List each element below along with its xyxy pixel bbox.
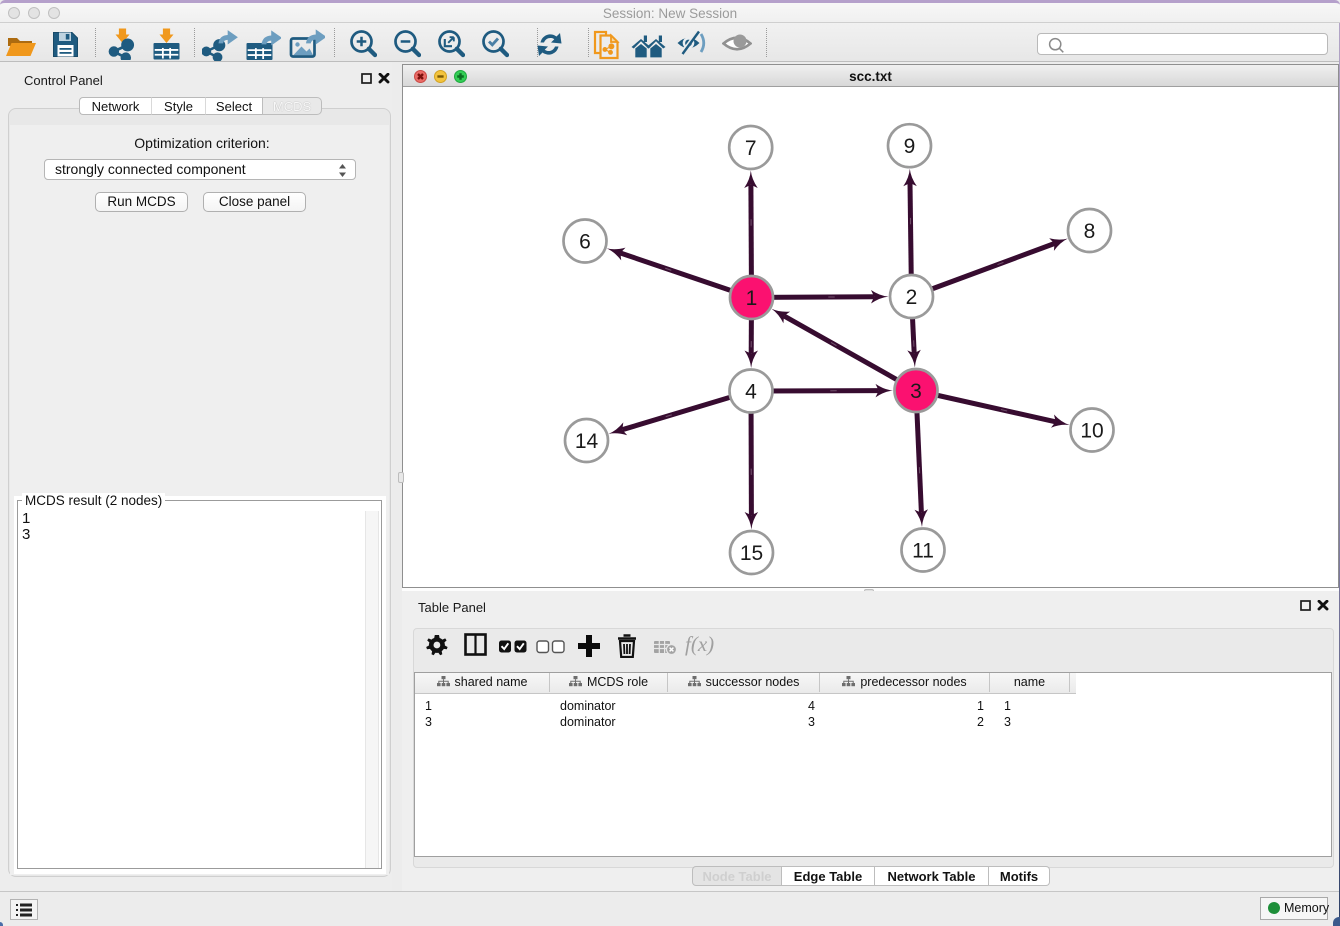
- svg-text:8: 8: [1084, 220, 1096, 243]
- svg-text:10: 10: [1080, 420, 1103, 443]
- svg-text:14: 14: [575, 430, 599, 453]
- svg-text:2: 2: [906, 286, 918, 309]
- svg-text:9: 9: [904, 135, 916, 158]
- svg-text:6: 6: [579, 231, 591, 254]
- svg-text:1: 1: [746, 287, 758, 310]
- svg-text:15: 15: [740, 542, 763, 565]
- svg-text:4: 4: [745, 381, 757, 404]
- svg-text:3: 3: [910, 380, 922, 403]
- svg-text:7: 7: [745, 137, 757, 160]
- svg-text:11: 11: [912, 540, 934, 563]
